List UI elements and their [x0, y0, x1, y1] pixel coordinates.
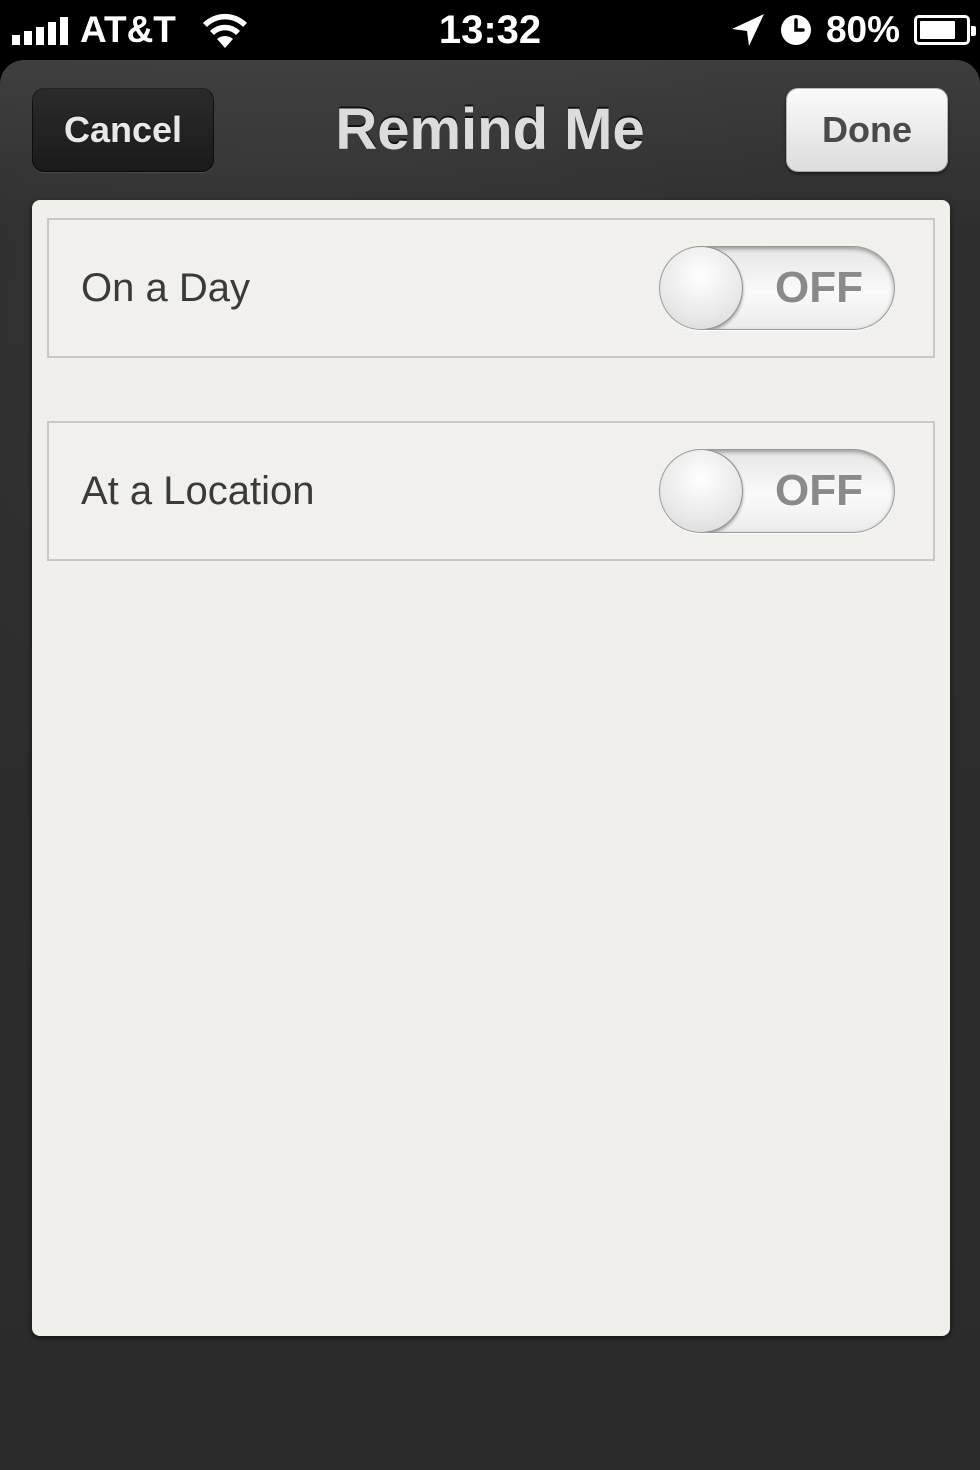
battery-percent: 80% — [825, 9, 900, 50]
app-frame: Cancel Remind Me Done On a Day OFF At a … — [0, 60, 980, 1470]
options-sheet: On a Day OFF At a Location OFF — [32, 200, 950, 1336]
alarm-clock-icon — [780, 15, 811, 45]
cancel-button[interactable]: Cancel — [32, 88, 214, 172]
status-right: 80% — [730, 0, 976, 60]
on-a-day-label: On a Day — [81, 266, 250, 310]
option-row-on-a-day: On a Day OFF — [47, 218, 935, 358]
toggle-knob[interactable] — [660, 247, 743, 329]
page-title: Remind Me — [335, 97, 645, 162]
status-bar: AT&T 13:32 80% — [0, 0, 980, 60]
done-button[interactable]: Done — [786, 88, 948, 172]
toggle-state-text: OFF — [775, 466, 863, 515]
toggle-state-text: OFF — [775, 263, 863, 312]
toggle-knob[interactable] — [660, 450, 743, 532]
nav-bar: Cancel Remind Me Done — [0, 60, 980, 200]
at-a-location-toggle[interactable]: OFF — [659, 449, 895, 533]
on-a-day-toggle[interactable]: OFF — [659, 246, 895, 330]
battery-fill — [920, 21, 956, 39]
at-a-location-label: At a Location — [81, 469, 315, 513]
option-row-at-a-location: At a Location OFF — [47, 421, 935, 561]
location-arrow-icon — [731, 14, 764, 46]
battery-icon — [914, 15, 976, 45]
